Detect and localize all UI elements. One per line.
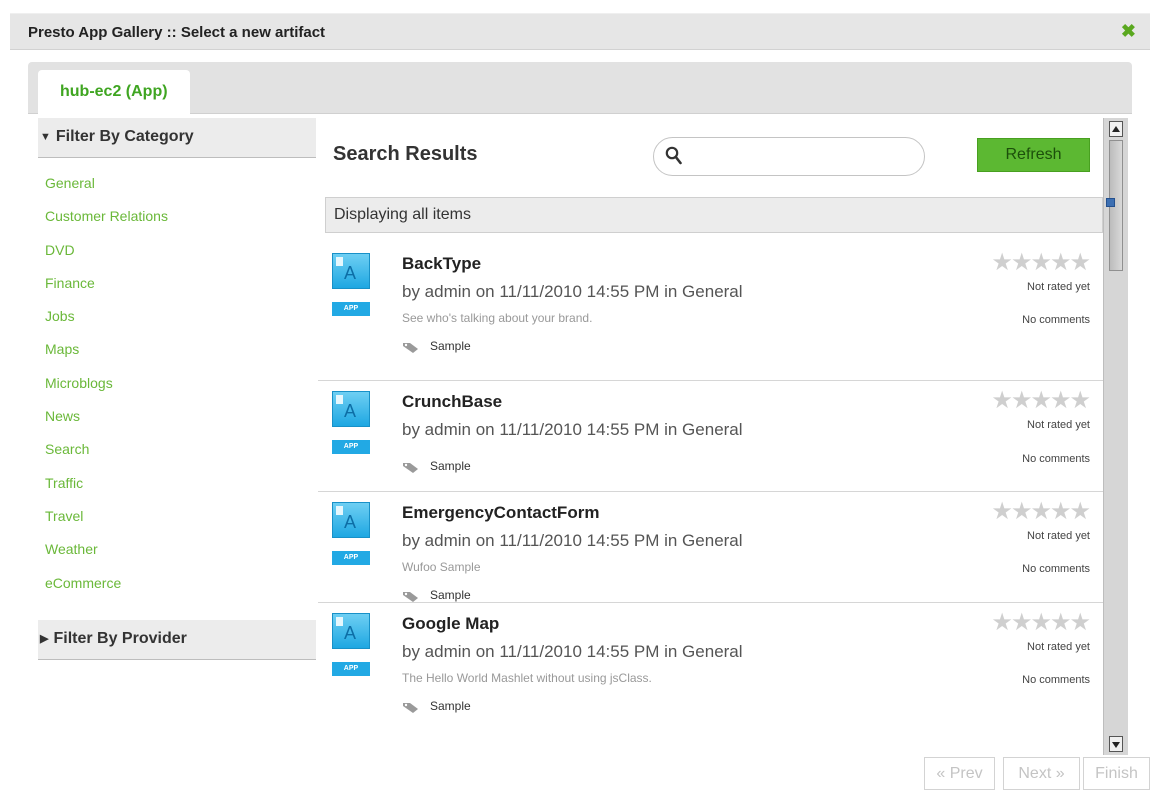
filter-by-provider-header[interactable]: ▶ Filter By Provider [38, 619, 316, 660]
rating-status: Not rated yet [1027, 530, 1090, 542]
item-name[interactable]: EmergencyContactForm [402, 503, 599, 523]
item-meta: by admin on 11/11/2010 14:55 PM in Gener… [402, 420, 743, 439]
category-maps[interactable]: Maps [38, 341, 316, 374]
list-item[interactable]: A APP EmergencyContactForm by admin on 1… [318, 492, 1103, 603]
item-name[interactable]: BackType [402, 254, 481, 274]
app-icon: A [332, 391, 370, 427]
rating-status: Not rated yet [1027, 419, 1090, 431]
category-traffic[interactable]: Traffic [38, 475, 316, 508]
item-description: See who's talking about your brand. [402, 311, 593, 325]
tag-row: Sample [402, 339, 471, 353]
scroll-marker-icon [1106, 198, 1115, 207]
app-badge: APP [332, 302, 370, 316]
dialog-titlebar: Presto App Gallery :: Select a new artif… [10, 13, 1150, 50]
results-panel: Search Results Refresh Displaying all it… [318, 118, 1103, 755]
item-description: The Hello World Mashlet without using js… [402, 671, 652, 685]
tag-icon [403, 462, 418, 473]
item-name[interactable]: Google Map [402, 614, 499, 634]
displaying-status: Displaying all items [325, 197, 1103, 233]
item-meta: by admin on 11/11/2010 14:55 PM in Gener… [402, 642, 743, 661]
category-weather[interactable]: Weather [38, 541, 316, 574]
filter-by-category-label: Filter By Category [55, 128, 194, 145]
filter-by-provider-label: Filter By Provider [53, 629, 187, 647]
category-microblogs[interactable]: Microblogs [38, 375, 316, 408]
app-badge: APP [332, 662, 370, 676]
app-badge: APP [332, 440, 370, 454]
rating-status: Not rated yet [1027, 641, 1090, 653]
prev-button[interactable]: « Prev [924, 757, 995, 790]
dialog-title: Presto App Gallery :: Select a new artif… [28, 24, 326, 41]
tag-icon [403, 702, 418, 713]
item-meta: by admin on 11/11/2010 14:55 PM in Gener… [402, 282, 743, 301]
app-icon: A [332, 613, 370, 649]
comments-link[interactable]: No comments [1022, 314, 1090, 326]
star-rating[interactable]: ★★★★★ [991, 251, 1091, 275]
category-general[interactable]: General [38, 175, 316, 208]
results-title: Search Results [333, 143, 478, 165]
category-ecommerce[interactable]: eCommerce [38, 575, 316, 608]
app-icon: A [332, 253, 370, 289]
tag-label[interactable]: Sample [430, 339, 471, 353]
tag-icon [403, 342, 418, 353]
item-name[interactable]: CrunchBase [402, 392, 502, 412]
star-rating[interactable]: ★★★★★ [991, 500, 1091, 524]
list-item[interactable]: A APP CrunchBase by admin on 11/11/2010 … [318, 381, 1103, 492]
tab-hub-ec2-app[interactable]: hub-ec2 (App) [38, 70, 190, 115]
category-dvd[interactable]: DVD [38, 242, 316, 275]
search-box [653, 137, 925, 176]
tag-icon [403, 591, 418, 602]
tag-row: Sample [402, 459, 471, 473]
comments-link[interactable]: No comments [1022, 453, 1090, 465]
app-icon: A [332, 502, 370, 538]
refresh-button[interactable]: Refresh [977, 138, 1090, 172]
category-travel[interactable]: Travel [38, 508, 316, 541]
search-input[interactable] [690, 146, 910, 166]
item-meta: by admin on 11/11/2010 14:55 PM in Gener… [402, 531, 743, 550]
star-rating[interactable]: ★★★★★ [991, 611, 1091, 635]
tag-row: Sample [402, 699, 471, 713]
close-icon[interactable]: ✖ [1121, 21, 1136, 42]
category-finance[interactable]: Finance [38, 275, 316, 308]
results-list: A APP BackType by admin on 11/11/2010 14… [318, 243, 1103, 714]
star-rating[interactable]: ★★★★★ [991, 389, 1091, 413]
search-icon [665, 146, 682, 165]
list-item[interactable]: A APP BackType by admin on 11/11/2010 14… [318, 243, 1103, 381]
next-button[interactable]: Next » [1003, 757, 1080, 790]
category-list: General Customer Relations DVD Finance J… [38, 158, 316, 620]
scroll-down-button[interactable] [1109, 736, 1123, 752]
results-scrollbar[interactable] [1103, 118, 1128, 755]
item-description: Wufoo Sample [402, 560, 481, 574]
category-search[interactable]: Search [38, 441, 316, 474]
list-item[interactable]: A APP Google Map by admin on 11/11/2010 … [318, 603, 1103, 714]
category-jobs[interactable]: Jobs [38, 308, 316, 341]
finish-button[interactable]: Finish [1083, 757, 1150, 790]
tag-label[interactable]: Sample [430, 588, 471, 602]
category-news[interactable]: News [38, 408, 316, 441]
tag-row: Sample [402, 588, 471, 602]
comments-link[interactable]: No comments [1022, 563, 1090, 575]
scroll-up-button[interactable] [1109, 121, 1123, 137]
tag-label[interactable]: Sample [430, 459, 471, 473]
sidebar: ▼ Filter By Category General Customer Rel… [38, 118, 316, 660]
category-customer-relations[interactable]: Customer Relations [38, 208, 316, 241]
rating-status: Not rated yet [1027, 281, 1090, 293]
tag-label[interactable]: Sample [430, 699, 471, 713]
triangle-down-icon: ▼ [40, 131, 51, 143]
triangle-right-icon: ▶ [40, 632, 49, 645]
tab-bar: hub-ec2 (App) [28, 62, 1132, 115]
app-badge: APP [332, 551, 370, 565]
comments-link[interactable]: No comments [1022, 674, 1090, 686]
filter-by-category-header[interactable]: ▼ Filter By Category [38, 118, 316, 158]
